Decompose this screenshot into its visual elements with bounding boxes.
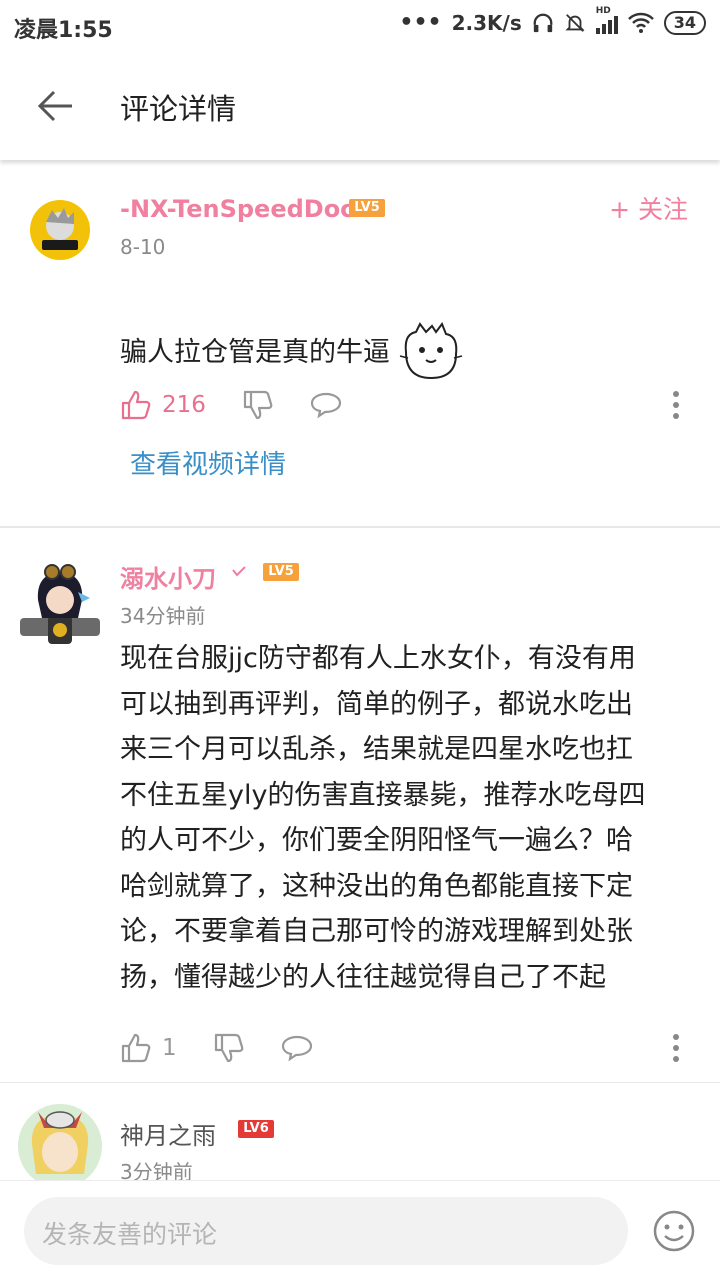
- app-bar: 评论详情: [0, 52, 720, 160]
- signal-icon: HD: [595, 6, 618, 34]
- comment-input[interactable]: 发条友善的评论: [24, 1197, 628, 1265]
- view-video-details-link[interactable]: 查看视频详情: [130, 444, 286, 481]
- comment-line: 的人可不少，你们要全阴阳怪气一遍么？哈: [120, 825, 633, 856]
- like-count: 1: [162, 1035, 177, 1061]
- dislike-button[interactable]: [242, 389, 274, 421]
- comment-text: 骗人拉仓管是真的牛逼: [120, 322, 464, 384]
- back-arrow-icon[interactable]: [36, 86, 76, 126]
- thumbs-up-icon: [121, 390, 151, 420]
- status-bar: 凌晨1:55 ••• 2.3K/s HD 34: [0, 0, 720, 52]
- comment-line: 可以抽到再评判，简单的例子，都说水吃出: [120, 688, 633, 720]
- comment-input-bar: 发条友善的评论: [0, 1180, 720, 1281]
- more-vertical-icon[interactable]: [672, 1033, 680, 1063]
- battery-indicator: 34: [663, 10, 706, 35]
- comment-date: 8-10: [120, 235, 166, 259]
- emoji-icon[interactable]: [652, 1209, 696, 1253]
- section-divider: [0, 526, 720, 528]
- username[interactable]: 溺水小刀: [120, 559, 216, 594]
- speech-bubble-icon: [281, 1035, 312, 1062]
- comment-line: 来三个月可以乱杀，结果就是四星水吃也扛: [120, 734, 633, 765]
- wifi-icon: [627, 12, 654, 33]
- follow-button[interactable]: + 关注: [609, 190, 688, 226]
- thumbs-up-icon: [121, 1033, 151, 1063]
- avatar[interactable]: [30, 200, 90, 260]
- avatar-image-icon: [18, 1104, 102, 1188]
- more-vertical-icon[interactable]: [672, 390, 680, 420]
- comment-line: 哈剑就算了，这种没出的角色都能直接下定: [120, 870, 633, 902]
- comment-time: 34分钟前: [120, 604, 206, 628]
- headphones-icon: [533, 13, 553, 32]
- comment-line: 现在台服jjc防守都有人上水女仆，有没有用: [120, 643, 636, 674]
- reply-button[interactable]: [310, 391, 342, 419]
- network-speed: 2.3K/s: [451, 10, 522, 35]
- comment-text-content: 骗人拉仓管是真的牛逼: [120, 337, 390, 369]
- comment-actions: 216: [120, 385, 378, 425]
- level-badge: LV6: [238, 1120, 274, 1138]
- level-badge: LV5: [263, 563, 299, 581]
- like-button[interactable]: 216: [120, 389, 206, 421]
- chevron-down-icon[interactable]: [232, 566, 246, 578]
- like-button[interactable]: 1: [120, 1032, 177, 1064]
- avatar-image-icon: [32, 202, 88, 258]
- avatar[interactable]: [18, 562, 102, 646]
- username[interactable]: 神月之雨: [120, 1116, 216, 1151]
- cat-sticker-icon: [399, 322, 463, 380]
- reply-button[interactable]: [281, 1034, 313, 1062]
- status-icons: ••• 2.3K/s HD 34: [399, 6, 706, 35]
- like-count: 216: [162, 392, 206, 418]
- comment-line: 扬，懂得越少的人往往越觉得自己了不起: [120, 961, 606, 993]
- mute-bell-icon: [565, 13, 585, 32]
- thumbs-down-icon: [214, 1033, 243, 1063]
- section-divider: [0, 1082, 720, 1083]
- dislike-button[interactable]: [213, 1032, 245, 1064]
- comment-actions: 1: [120, 1028, 349, 1068]
- more-dots-icon: •••: [399, 10, 442, 35]
- avatar-image-icon: [20, 564, 100, 644]
- hd-label: HD: [595, 5, 611, 16]
- level-badge: LV5: [349, 199, 385, 217]
- comment-line: 论，不要拿着自己那可怜的游戏理解到处张: [120, 916, 633, 947]
- speech-bubble-icon: [310, 392, 342, 419]
- avatar[interactable]: [18, 1104, 102, 1188]
- username[interactable]: -NX-TenSpeedDoc: [120, 195, 354, 223]
- status-time: 凌晨1:55: [14, 18, 113, 43]
- page-title: 评论详情: [120, 92, 237, 126]
- comment-text: 现在台服jjc防守都有人上水女仆，有没有用 可以抽到再评判，简单的例子，都说水吃…: [120, 636, 700, 1000]
- comment-input-placeholder: 发条友善的评论: [42, 1220, 218, 1249]
- comment-line: 不住五星yly的伤害直接暴毙，推荐水吃母四: [120, 779, 646, 811]
- thumbs-down-icon: [243, 390, 273, 420]
